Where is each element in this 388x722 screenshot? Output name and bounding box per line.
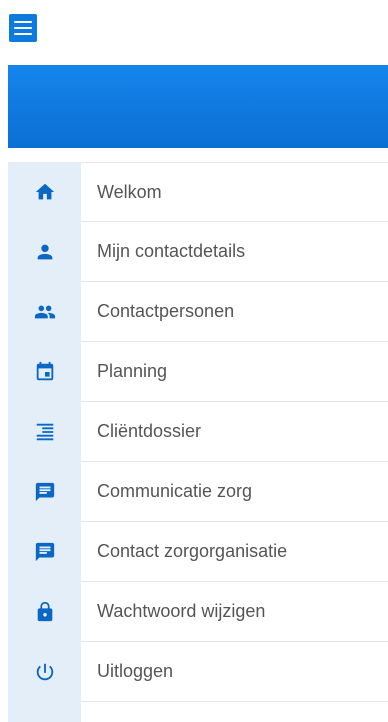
- app-screen: Welkom Mijn contactdetails Contactperson…: [0, 0, 388, 722]
- menu-item-label: Uitloggen: [81, 642, 388, 702]
- menu-item-label: Planning: [81, 342, 388, 402]
- menu-item-uitloggen[interactable]: Uitloggen: [8, 642, 388, 702]
- menu-item-welkom[interactable]: Welkom: [8, 162, 388, 222]
- chat-icon: [8, 462, 81, 522]
- menu-item-mijn-contactdetails[interactable]: Mijn contactdetails: [8, 222, 388, 282]
- menu-item-wachtwoord-wijzigen[interactable]: Wachtwoord wijzigen: [8, 582, 388, 642]
- menu-item-label: Wachtwoord wijzigen: [81, 582, 388, 642]
- menu-item-label: Welkom: [81, 162, 388, 222]
- people-icon: [8, 282, 81, 342]
- menu-item-label: Communicatie zorg: [81, 462, 388, 522]
- menu-item-label: Contactpersonen: [81, 282, 388, 342]
- dossier-icon: [8, 402, 81, 462]
- header-bar: [8, 65, 388, 148]
- hamburger-line: [14, 33, 32, 35]
- hamburger-line: [14, 27, 32, 29]
- menu-item-label: Mijn contactdetails: [81, 222, 388, 282]
- lock-icon: [8, 582, 81, 642]
- menu-item-contact-zorgorganisatie[interactable]: Contact zorgorganisatie: [8, 522, 388, 582]
- calendar-icon: [8, 342, 81, 402]
- home-icon: [8, 162, 81, 222]
- menu-item-clientdossier[interactable]: Cliëntdossier: [8, 402, 388, 462]
- person-icon: [8, 222, 81, 282]
- menu-item-label: Contact zorgorganisatie: [81, 522, 388, 582]
- icon-column-tail: [8, 702, 81, 722]
- power-icon: [8, 642, 81, 702]
- side-menu: Welkom Mijn contactdetails Contactperson…: [8, 162, 388, 702]
- hamburger-line: [14, 21, 32, 23]
- menu-toggle-button[interactable]: [9, 14, 37, 42]
- menu-item-label: Cliëntdossier: [81, 402, 388, 462]
- menu-item-planning[interactable]: Planning: [8, 342, 388, 402]
- chat-icon: [8, 522, 81, 582]
- menu-item-communicatie-zorg[interactable]: Communicatie zorg: [8, 462, 388, 522]
- menu-item-contactpersonen[interactable]: Contactpersonen: [8, 282, 388, 342]
